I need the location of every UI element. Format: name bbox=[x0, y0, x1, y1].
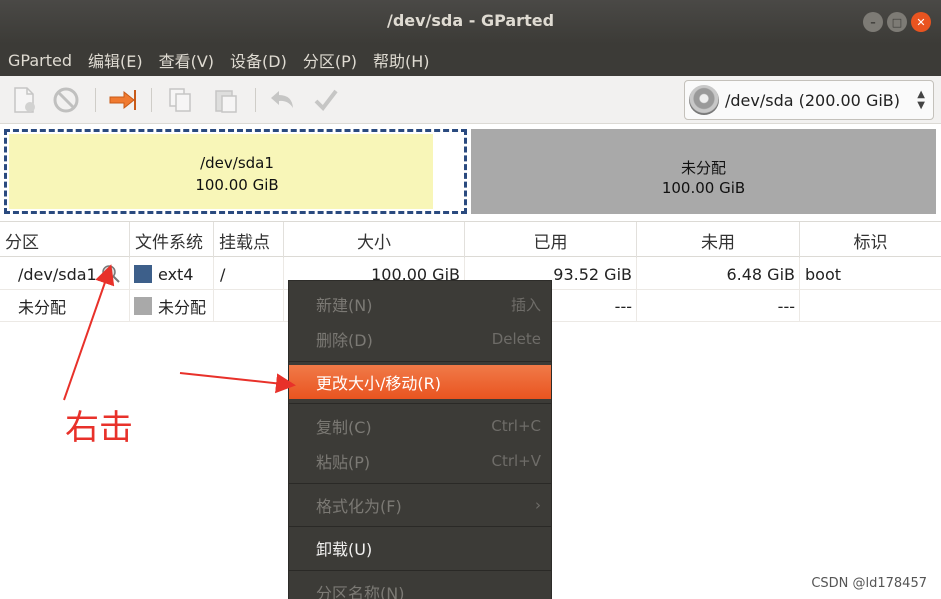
new-partition-button[interactable] bbox=[10, 86, 38, 114]
menu-separator bbox=[289, 483, 551, 484]
context-menu: 新建(N) 插入 删除(D) Delete 更改大小/移动(R) 复制(C) C… bbox=[288, 280, 552, 599]
close-button[interactable]: ✕ bbox=[911, 12, 931, 32]
menu-item-label: 分区名称(N) bbox=[316, 584, 405, 599]
apply-button[interactable] bbox=[312, 86, 340, 114]
paste-button[interactable] bbox=[212, 86, 240, 114]
window-controls: – □ ✕ bbox=[863, 12, 931, 32]
flags-cell: boot bbox=[805, 264, 842, 284]
menu-item-label: 新建(N) bbox=[316, 296, 373, 315]
watermark: CSDN @ld178457 bbox=[811, 576, 927, 591]
unused-cell: --- bbox=[637, 290, 800, 322]
menu-item-shortcut: Delete bbox=[491, 330, 541, 348]
menu-device[interactable]: 设备(D) bbox=[222, 48, 295, 72]
checkmark-icon bbox=[314, 89, 338, 112]
menu-item-label: 更改大小/移动(R) bbox=[316, 374, 441, 393]
filesystem-cell: ext4 bbox=[130, 258, 214, 290]
gparted-window: /dev/sda - GParted – □ ✕ GParted 编辑(E) 查… bbox=[0, 0, 941, 599]
undo-button[interactable] bbox=[268, 86, 296, 114]
menu-item-unmount[interactable]: 卸载(U) bbox=[289, 531, 551, 565]
column-partition[interactable]: 分区 bbox=[0, 222, 130, 258]
mountpoint-cell: / bbox=[214, 258, 284, 290]
toolbar-separator bbox=[95, 88, 96, 112]
menu-partition[interactable]: 分区(P) bbox=[295, 48, 365, 72]
column-mountpoint[interactable]: 挂载点 bbox=[214, 222, 284, 258]
mountpoint-cell bbox=[214, 290, 284, 322]
unused-cell: 6.48 GiB bbox=[637, 258, 800, 290]
menu-edit[interactable]: 编辑(E) bbox=[80, 48, 151, 72]
partition-name-label: /dev/sda1 bbox=[200, 154, 274, 172]
undo-icon bbox=[271, 91, 293, 108]
forbidden-icon bbox=[53, 87, 79, 113]
key-lock-icon bbox=[101, 265, 120, 283]
hard-disk-icon bbox=[689, 85, 719, 115]
toolbar-separator bbox=[151, 88, 152, 112]
menu-item-copy[interactable]: 复制(C) Ctrl+C bbox=[289, 409, 551, 443]
menu-item-label: 复制(C) bbox=[316, 418, 372, 437]
disk-visual: /dev/sda1 100.00 GiB 未分配 100.00 GiB bbox=[0, 124, 941, 220]
spin-arrows-icon: ▲ ▼ bbox=[917, 89, 925, 111]
menu-item-new[interactable]: 新建(N) 插入 bbox=[289, 287, 551, 321]
menu-item-shortcut: Ctrl+C bbox=[491, 417, 541, 435]
copy-button[interactable] bbox=[166, 86, 194, 114]
filesystem-name: 未分配 bbox=[158, 298, 207, 317]
disk-visual-unallocated[interactable]: 未分配 100.00 GiB bbox=[471, 129, 936, 214]
column-flags[interactable]: 标识 bbox=[800, 222, 941, 258]
maximize-button[interactable]: □ bbox=[887, 12, 907, 32]
partition-size-label: 100.00 GiB bbox=[661, 179, 746, 197]
menu-item-shortcut: Ctrl+V bbox=[491, 452, 541, 470]
flags-cell bbox=[800, 290, 941, 322]
menu-gparted[interactable]: GParted bbox=[0, 51, 80, 70]
device-selector[interactable]: /dev/sda (200.00 GiB) ▲ ▼ bbox=[684, 80, 934, 120]
menu-item-partition-name[interactable]: 分区名称(N) bbox=[289, 575, 551, 599]
filesystem-color-swatch bbox=[134, 297, 152, 315]
menu-item-label: 粘贴(P) bbox=[316, 453, 371, 472]
partition-table-header: 分区 文件系统 挂载点 大小 已用 未用 标识 bbox=[0, 221, 941, 258]
menu-help[interactable]: 帮助(H) bbox=[365, 48, 438, 72]
filesystem-cell: 未分配 bbox=[130, 290, 214, 322]
menu-item-label: 卸载(U) bbox=[316, 540, 373, 559]
menu-item-paste[interactable]: 粘贴(P) Ctrl+V bbox=[289, 444, 551, 478]
partition-size-label: 100.00 GiB bbox=[195, 176, 279, 194]
menu-item-resize-move[interactable]: 更改大小/移动(R) bbox=[289, 365, 551, 399]
paste-icon bbox=[215, 90, 237, 113]
menu-item-format-as[interactable]: 格式化为(F) › bbox=[289, 488, 551, 522]
menu-view[interactable]: 查看(V) bbox=[151, 48, 222, 72]
resize-arrow-icon bbox=[109, 90, 136, 110]
delete-partition-button[interactable] bbox=[52, 86, 80, 114]
column-used[interactable]: 已用 bbox=[465, 222, 637, 258]
partition-cell: 未分配 bbox=[0, 290, 130, 322]
annotation-arrow-to-menu-item bbox=[179, 372, 296, 394]
disk-visual-partition-sda1[interactable]: /dev/sda1 100.00 GiB bbox=[4, 129, 467, 214]
menu-item-delete[interactable]: 删除(D) Delete bbox=[289, 322, 551, 356]
menu-item-shortcut: 插入 bbox=[510, 295, 541, 314]
minimize-button[interactable]: – bbox=[863, 12, 883, 32]
new-document-icon bbox=[14, 87, 35, 113]
column-size[interactable]: 大小 bbox=[284, 222, 465, 258]
column-filesystem[interactable]: 文件系统 bbox=[130, 222, 214, 258]
filesystem-color-swatch bbox=[134, 265, 152, 283]
title-bar: /dev/sda - GParted – □ ✕ bbox=[0, 0, 941, 44]
partition-name-label: 未分配 bbox=[680, 159, 726, 177]
menu-item-label: 删除(D) bbox=[316, 331, 373, 350]
toolbar-separator bbox=[255, 88, 256, 112]
menu-separator bbox=[289, 403, 551, 404]
device-selector-label: /dev/sda (200.00 GiB) bbox=[725, 90, 901, 110]
partition-cell: /dev/sda1 bbox=[0, 258, 130, 290]
annotation-right-click-label: 右击 bbox=[65, 408, 133, 448]
filesystem-name: ext4 bbox=[158, 264, 194, 284]
menu-separator bbox=[289, 361, 551, 362]
menu-separator bbox=[289, 570, 551, 571]
partition-name: /dev/sda1 bbox=[18, 264, 97, 284]
resize-move-button[interactable] bbox=[108, 86, 136, 114]
column-unused[interactable]: 未用 bbox=[637, 222, 800, 258]
menu-separator bbox=[289, 526, 551, 527]
window-title: /dev/sda - GParted bbox=[386, 11, 555, 30]
menu-item-label: 格式化为(F) bbox=[316, 497, 402, 516]
submenu-arrow-icon: › bbox=[535, 496, 541, 514]
menu-bar: GParted 编辑(E) 查看(V) 设备(D) 分区(P) 帮助(H) bbox=[0, 44, 941, 76]
copy-icon bbox=[169, 88, 191, 112]
